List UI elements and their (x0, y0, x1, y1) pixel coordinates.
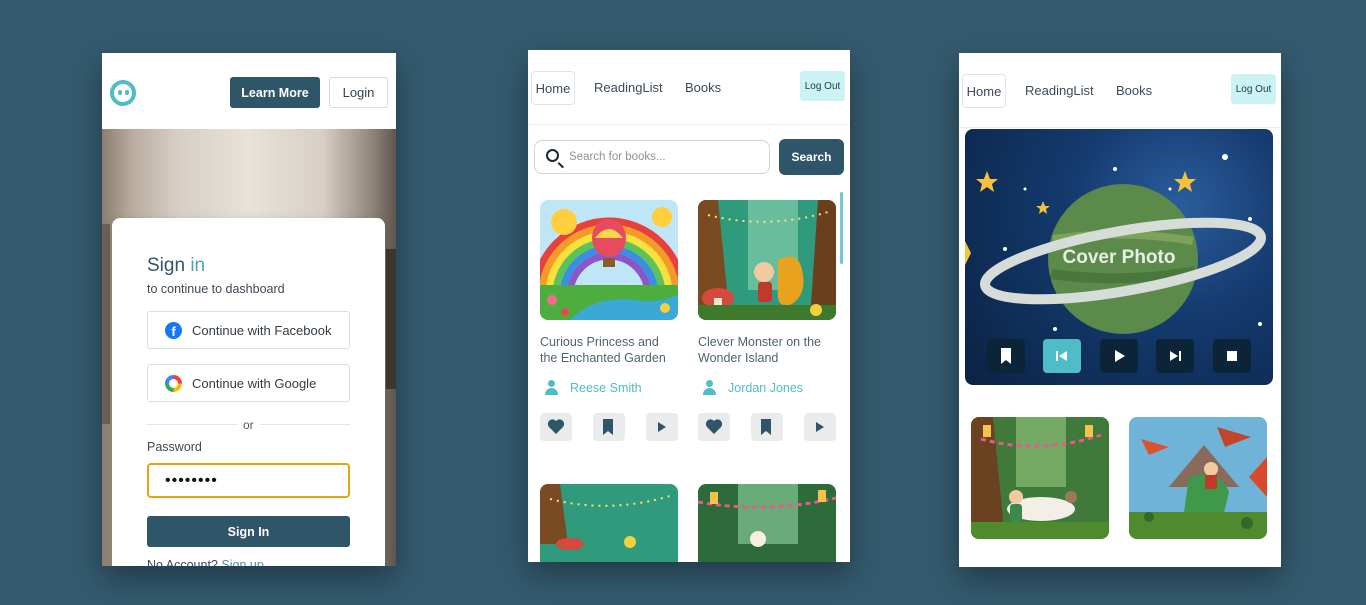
google-icon (165, 375, 182, 392)
heart-icon (705, 419, 723, 434)
logout-button[interactable]: Log Out (800, 71, 845, 101)
related-book-thumbnail[interactable] (971, 417, 1109, 539)
user-icon-body (703, 388, 716, 395)
login-button[interactable]: Login (329, 77, 388, 108)
skip-back-button[interactable] (1043, 339, 1081, 373)
author-name: Reese Smith (570, 381, 642, 395)
skip-forward-icon (1170, 351, 1181, 361)
signin-subtitle: to continue to dashboard (147, 282, 285, 296)
learn-more-button[interactable]: Learn More (230, 77, 320, 108)
nav-home[interactable]: Home (531, 71, 575, 105)
play-button[interactable] (1100, 339, 1138, 373)
logo-icon[interactable] (110, 80, 136, 106)
signin-button[interactable]: Sign In (147, 516, 350, 547)
signin-title-accent: in (190, 255, 206, 276)
play-icon (1115, 350, 1125, 362)
nav-books[interactable]: Books (1116, 74, 1152, 108)
bookmark-icon (603, 419, 613, 435)
bookmark-button[interactable] (751, 413, 783, 441)
search-input[interactable] (569, 142, 764, 172)
play-icon (816, 422, 824, 432)
nav-books[interactable]: Books (685, 71, 721, 105)
books-screen: Home ReadingList Books Log Out Search fo… (528, 50, 850, 562)
signin-screen: Learn More Login Sign in to continue to … (102, 53, 396, 566)
bookmark-button[interactable] (987, 339, 1025, 373)
logout-button[interactable]: Log Out (1231, 74, 1276, 104)
user-icon-head (706, 380, 713, 387)
or-divider-label: or (237, 418, 260, 432)
logo-eye-left (118, 90, 122, 95)
signin-title-main: Sign (147, 255, 186, 276)
logo-eye-right (125, 90, 129, 95)
search-box (534, 140, 770, 174)
skip-forward-button[interactable] (1156, 339, 1194, 373)
signin-card: Sign in to continue to dashboard f Conti… (112, 218, 385, 566)
google-signin-label: Continue with Google (192, 375, 317, 391)
like-button[interactable] (540, 413, 572, 441)
search-button[interactable]: Search (779, 139, 844, 175)
book-title[interactable]: Curious Princess and the Enchanted Garde… (540, 334, 678, 366)
bookmark-icon (1001, 348, 1011, 364)
stop-button[interactable] (1213, 339, 1251, 373)
no-account-label: No Account? (147, 558, 218, 566)
bookmark-icon (761, 419, 771, 435)
book-cover-image[interactable] (540, 200, 678, 320)
bookmark-button[interactable] (593, 413, 625, 441)
book-cover-image[interactable] (698, 484, 836, 562)
book-title[interactable]: Clever Monster on the Wonder Island (698, 334, 836, 366)
top-nav: Home ReadingList Books Log Out (528, 50, 850, 125)
stop-icon (1227, 351, 1237, 361)
cover-photo[interactable]: Cover Photo (965, 129, 1273, 385)
book-cover-image[interactable] (540, 484, 678, 562)
nav-reading-list[interactable]: ReadingList (594, 71, 663, 105)
skip-back-icon (1056, 351, 1067, 361)
play-button[interactable] (804, 413, 836, 441)
background-photo: Sign in to continue to dashboard f Conti… (102, 129, 396, 566)
password-field[interactable] (147, 463, 350, 498)
user-icon (544, 380, 559, 396)
signin-title: Sign in (147, 255, 205, 277)
cover-photo-label: Cover Photo (1062, 247, 1176, 268)
player-screen: Home ReadingList Books Log Out Cover Pho… (959, 53, 1281, 567)
no-account-text: No Account? Sign up (147, 558, 264, 566)
play-button[interactable] (646, 413, 678, 441)
facebook-signin-label: Continue with Facebook (192, 322, 332, 338)
google-signin-button[interactable]: Continue with Google (147, 364, 350, 402)
scrollbar[interactable] (840, 192, 843, 264)
like-button[interactable] (698, 413, 730, 441)
play-icon (658, 422, 666, 432)
signup-link[interactable]: Sign up (221, 558, 263, 566)
book-cover-image[interactable] (698, 200, 836, 320)
heart-icon (547, 419, 565, 434)
facebook-icon: f (165, 322, 182, 339)
password-label: Password (147, 440, 202, 454)
user-icon-body (545, 388, 558, 395)
user-icon (702, 380, 717, 396)
signin-header: Learn More Login (102, 53, 396, 129)
author-name: Jordan Jones (728, 381, 804, 395)
top-nav: Home ReadingList Books Log Out (959, 53, 1281, 128)
user-icon-head (548, 380, 555, 387)
search-icon (546, 149, 559, 162)
facebook-signin-button[interactable]: f Continue with Facebook (147, 311, 350, 349)
nav-home[interactable]: Home (962, 74, 1006, 108)
nav-reading-list[interactable]: ReadingList (1025, 74, 1094, 108)
related-book-thumbnail[interactable] (1129, 417, 1267, 539)
